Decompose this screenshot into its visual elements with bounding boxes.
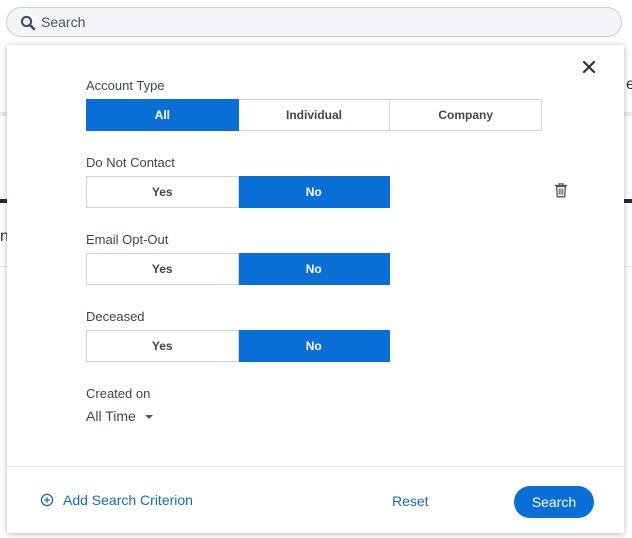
do-not-contact-no-option[interactable]: No (238, 176, 390, 208)
deceased-toggle: Yes No (86, 330, 390, 362)
created-on-value: All Time (86, 408, 136, 424)
email-opt-out-no-option[interactable]: No (238, 253, 390, 285)
plus-circle-icon (40, 493, 54, 507)
close-icon[interactable] (581, 59, 597, 75)
email-opt-out-yes-option[interactable]: Yes (86, 253, 239, 285)
email-opt-out-label: Email Opt-Out (86, 232, 169, 247)
add-search-criterion-label: Add Search Criterion (63, 492, 193, 508)
search-bar[interactable] (6, 7, 622, 37)
caret-down-icon (144, 415, 153, 419)
search-icon (20, 15, 36, 31)
do-not-contact-toggle: Yes No (86, 176, 390, 208)
account-type-all-option[interactable]: All (86, 99, 239, 131)
search-filter-panel: Account Type All Individual Company Do N… (7, 45, 624, 533)
footer-divider (7, 466, 624, 467)
created-on-label: Created on (86, 386, 151, 401)
email-opt-out-toggle: Yes No (86, 253, 390, 285)
account-type-company-option[interactable]: Company (390, 99, 543, 131)
account-type-individual-option[interactable]: Individual (238, 99, 391, 131)
search-button[interactable]: Search (514, 486, 594, 518)
add-search-criterion-button[interactable]: Add Search Criterion (40, 492, 193, 508)
account-type-toggle: All Individual Company (86, 99, 543, 131)
do-not-contact-yes-option[interactable]: Yes (86, 176, 239, 208)
trash-icon[interactable] (554, 182, 568, 198)
created-on-dropdown[interactable]: All Time (86, 406, 153, 426)
deceased-yes-option[interactable]: Yes (86, 330, 239, 362)
do-not-contact-label: Do Not Contact (86, 155, 175, 170)
background-text-fragment: e (626, 76, 632, 93)
search-input[interactable] (41, 8, 601, 36)
reset-button[interactable]: Reset (392, 493, 429, 509)
deceased-no-option[interactable]: No (238, 330, 390, 362)
account-type-label: Account Type (86, 78, 165, 93)
deceased-label: Deceased (86, 309, 145, 324)
